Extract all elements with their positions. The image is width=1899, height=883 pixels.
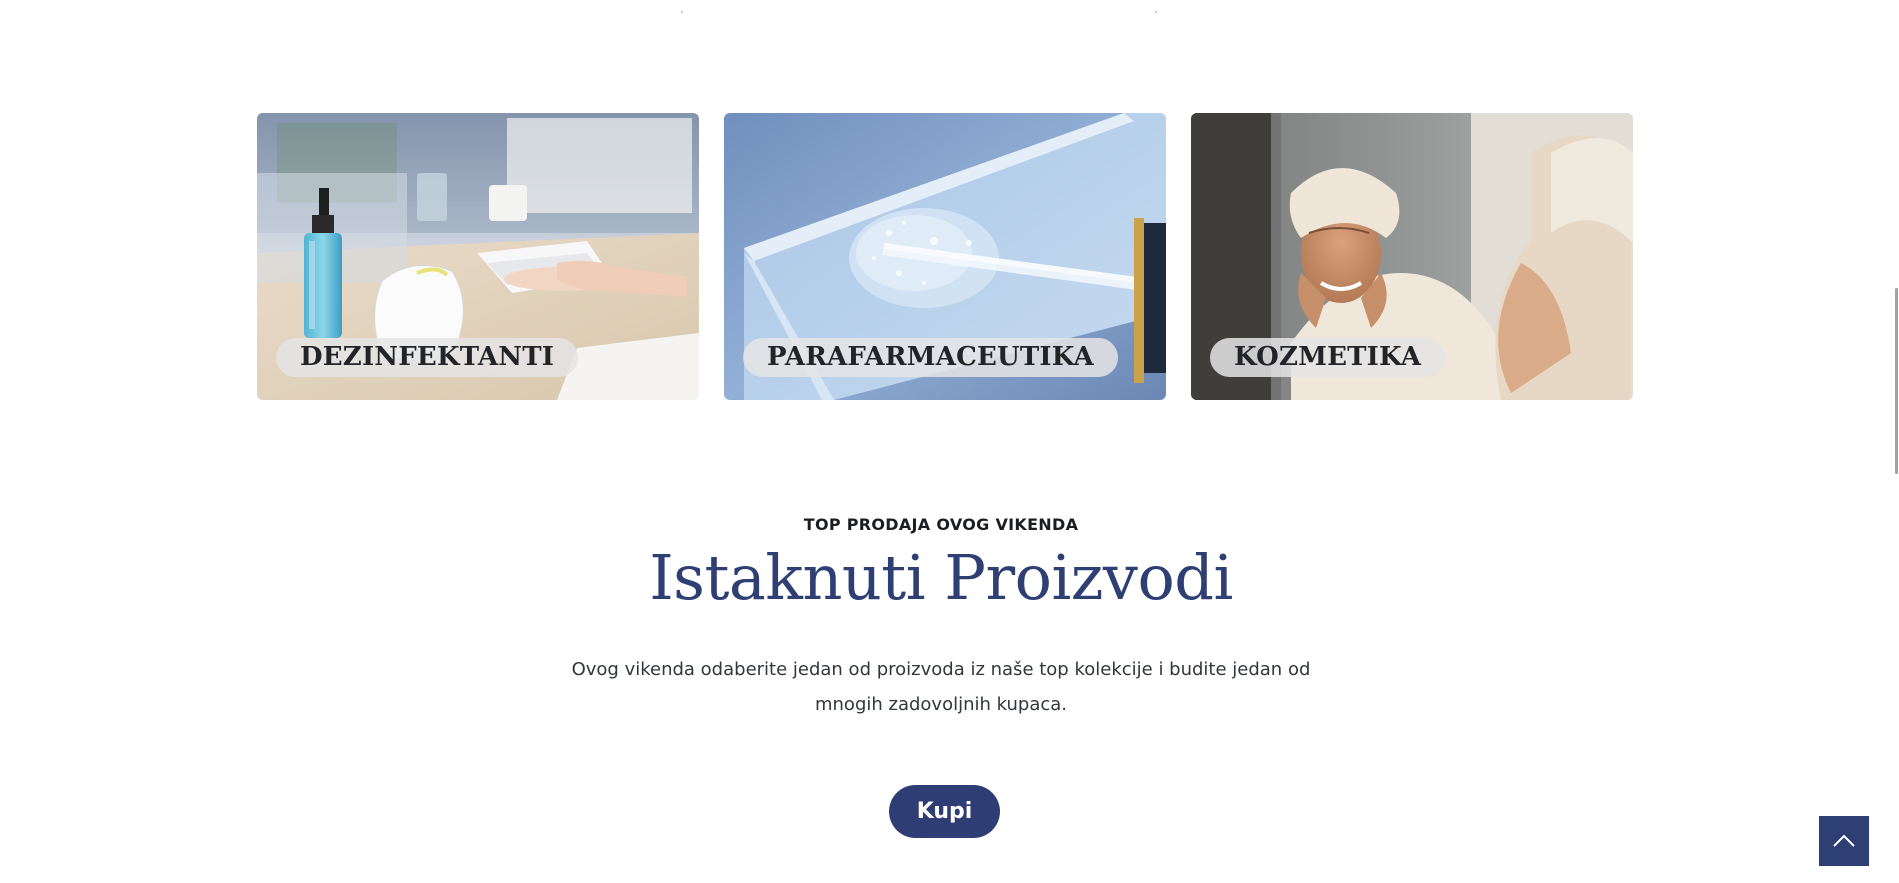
page-scrollbar[interactable]	[1882, 0, 1899, 883]
category-label: PARAFARMACEUTIKA	[743, 338, 1118, 377]
category-card-parafarmaceutika[interactable]: PARAFARMACEUTIKA	[724, 113, 1166, 400]
section-eyebrow: TOP PRODAJA OVOG VIKENDA	[803, 515, 1079, 534]
buy-button[interactable]: Kupi	[889, 785, 1000, 838]
category-card-kozmetika[interactable]: KOZMETIKA	[1191, 113, 1633, 400]
section-title: Istaknuti Proizvodi	[649, 541, 1233, 614]
scrollbar-thumb[interactable]	[1895, 288, 1898, 474]
section-description: Ovog vikenda odaberite jedan od proizvod…	[571, 659, 1311, 715]
category-label: DEZINFEKTANTI	[276, 338, 579, 377]
chevron-up-icon	[1833, 834, 1855, 847]
category-card-dezinfektanti[interactable]: DEZINFEKTANTI	[257, 113, 699, 400]
back-to-top-button[interactable]	[1819, 816, 1869, 866]
page: DEZINFEKTANTI PARAFARMACEUTIKA KOZMETIKA…	[0, 0, 1882, 883]
category-label: KOZMETIKA	[1210, 338, 1446, 377]
category-cards: DEZINFEKTANTI PARAFARMACEUTIKA KOZMETIKA	[257, 113, 1633, 400]
